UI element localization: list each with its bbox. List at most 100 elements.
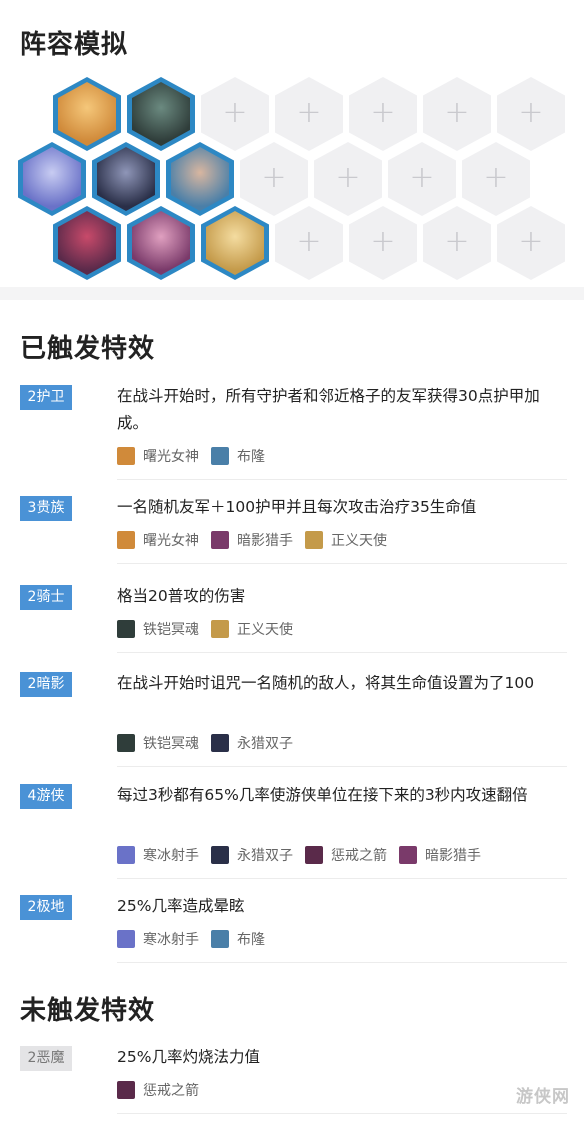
trait-badge[interactable]: 4游侠 — [20, 784, 72, 809]
ashe-icon — [117, 846, 135, 864]
trait-badge[interactable]: 2极地 — [20, 895, 72, 920]
empty-board-slot[interactable]: + — [275, 77, 343, 151]
champion-name: 暗影猎手 — [425, 848, 481, 864]
empty-board-slot[interactable]: + — [275, 206, 343, 280]
plus-icon: + — [444, 95, 470, 130]
plus-icon: + — [296, 95, 322, 130]
empty-board-slot[interactable]: + — [349, 206, 417, 280]
champion-name: 惩戒之箭 — [331, 848, 387, 864]
champion-chip[interactable]: 永猎双子 — [211, 845, 293, 865]
braum-icon — [211, 447, 229, 465]
divider — [117, 766, 567, 767]
plus-icon: + — [370, 95, 396, 130]
champion-chip[interactable]: 寒冰射手 — [117, 845, 199, 865]
champion-name: 寒冰射手 — [143, 848, 199, 864]
trait-badge[interactable]: 2暗影 — [20, 672, 72, 697]
empty-board-slot[interactable]: + — [423, 77, 491, 151]
champion-name: 布隆 — [237, 449, 265, 465]
trait-badge[interactable]: 2恶魔 — [20, 1046, 72, 1071]
ashe-portrait-icon — [23, 147, 81, 211]
trait-champion-list: 曙光女神 布隆 — [117, 446, 277, 469]
leona-icon — [117, 447, 135, 465]
board-slot-kayle-portrait-icon[interactable] — [201, 206, 269, 280]
champion-chip[interactable]: 永猎双子 — [211, 733, 293, 753]
trait-champion-list: 曙光女神 暗影猎手 正义天使 — [117, 530, 399, 553]
champion-chip[interactable]: 铁铠冥魂 — [117, 733, 199, 753]
board-slot-vayne-portrait-icon[interactable] — [127, 206, 195, 280]
champion-chip[interactable]: 铁铠冥魂 — [117, 619, 199, 639]
trait-description: 在战斗开始时诅咒一名随机的敌人，将其生命值设置为了100 — [117, 674, 535, 692]
champion-name: 曙光女神 — [143, 449, 199, 465]
trait-badge[interactable]: 2护卫 — [20, 385, 72, 410]
champion-chip[interactable]: 暗影猎手 — [399, 845, 481, 865]
board-slot-varus-portrait-icon[interactable] — [53, 206, 121, 280]
board-slot-leona-portrait-icon[interactable] — [53, 77, 121, 151]
champion-chip[interactable]: 曙光女神 — [117, 530, 199, 550]
plus-icon: + — [222, 95, 248, 130]
champion-name: 永猎双子 — [237, 848, 293, 864]
champion-chip[interactable]: 惩戒之箭 — [305, 845, 387, 865]
divider — [117, 962, 567, 963]
trait-description: 在战斗开始时，所有守护者和邻近格子的友军获得30点护甲加成。 — [117, 387, 540, 432]
trait-champion-list: 铁铠冥魂 永猎双子 — [117, 733, 305, 756]
empty-board-slot[interactable]: + — [497, 206, 565, 280]
trait-champion-list: 铁铠冥魂 正义天使 — [117, 619, 305, 642]
trait-badge[interactable]: 3贵族 — [20, 496, 72, 521]
trait-description: 格当20普攻的伤害 — [117, 587, 246, 605]
empty-board-slot[interactable]: + — [349, 77, 417, 151]
champion-name: 铁铠冥魂 — [143, 736, 199, 752]
trait-champion-list: 惩戒之箭 — [117, 1080, 211, 1103]
board-slot-kindred-portrait-icon[interactable] — [92, 142, 160, 216]
empty-board-slot[interactable]: + — [388, 142, 456, 216]
empty-board-slot[interactable]: + — [423, 206, 491, 280]
ashe-icon — [117, 930, 135, 948]
plus-icon: + — [518, 95, 544, 130]
board-slot-braum-portrait-icon[interactable] — [166, 142, 234, 216]
vayne-icon — [211, 531, 229, 549]
kindred-icon — [211, 734, 229, 752]
champion-chip[interactable]: 正义天使 — [305, 530, 387, 550]
trait-description: 每过3秒都有65%几率使游侠单位在接下来的3秒内攻速翻倍 — [117, 786, 528, 804]
plus-icon: + — [370, 224, 396, 259]
champion-name: 曙光女神 — [143, 533, 199, 549]
champion-chip[interactable]: 布隆 — [211, 446, 265, 466]
trait-badge[interactable]: 2骑士 — [20, 585, 72, 610]
braum-icon — [211, 930, 229, 948]
empty-board-slot[interactable]: + — [462, 142, 530, 216]
empty-board-slot[interactable]: + — [497, 77, 565, 151]
champion-chip[interactable]: 暗影猎手 — [211, 530, 293, 550]
plus-icon: + — [518, 224, 544, 259]
plus-icon: + — [296, 224, 322, 259]
champion-name: 寒冰射手 — [143, 932, 199, 948]
trait-description: 一名随机友军＋100护甲并且每次攻击治疗35生命值 — [117, 498, 477, 516]
site-watermark: 游侠网 — [516, 1087, 570, 1107]
champion-chip[interactable]: 布隆 — [211, 929, 265, 949]
empty-board-slot[interactable]: + — [201, 77, 269, 151]
varus-icon — [117, 1081, 135, 1099]
champion-chip[interactable]: 正义天使 — [211, 619, 293, 639]
trait-champion-list: 寒冰射手 永猎双子 惩戒之箭 暗影猎手 — [117, 845, 493, 868]
champion-name: 正义天使 — [331, 533, 387, 549]
vayne-icon — [399, 846, 417, 864]
lineup-simulator-title: 阵容模拟 — [20, 30, 129, 60]
divider — [117, 563, 567, 564]
champion-chip[interactable]: 寒冰射手 — [117, 929, 199, 949]
mordekaiser-icon — [117, 620, 135, 638]
divider — [117, 652, 567, 653]
empty-board-slot[interactable]: + — [240, 142, 308, 216]
plus-icon: + — [409, 160, 435, 195]
board-slot-mordekaiser-portrait-icon[interactable] — [127, 77, 195, 151]
champion-name: 永猎双子 — [237, 736, 293, 752]
trait-description: 25%几率造成晕眩 — [117, 897, 245, 915]
plus-icon: + — [483, 160, 509, 195]
champion-chip[interactable]: 曙光女神 — [117, 446, 199, 466]
champion-name: 暗影猎手 — [237, 533, 293, 549]
leona-portrait-icon — [58, 82, 116, 146]
lineup-simulator-panel: 阵容模拟 + + + + + + + + + + + + + — [0, 0, 584, 287]
board-slot-ashe-portrait-icon[interactable] — [18, 142, 86, 216]
varus-portrait-icon — [58, 211, 116, 275]
plus-icon: + — [261, 160, 287, 195]
trait-description: 25%几率灼烧法力值 — [117, 1048, 260, 1066]
empty-board-slot[interactable]: + — [314, 142, 382, 216]
champion-chip[interactable]: 惩戒之箭 — [117, 1080, 199, 1100]
